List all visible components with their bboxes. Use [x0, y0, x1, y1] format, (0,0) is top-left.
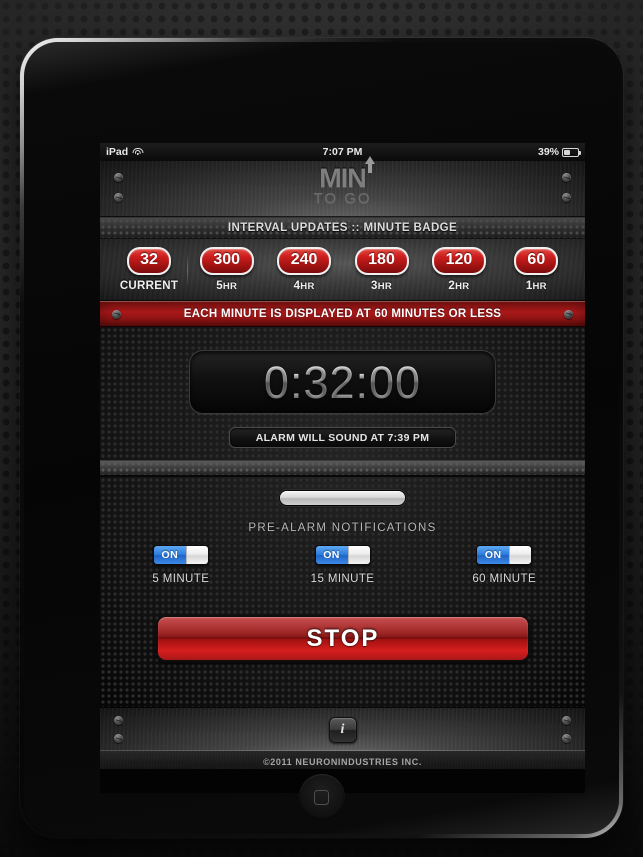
info-icon[interactable]: i — [328, 716, 357, 743]
toggle-state-label: ON — [315, 546, 348, 564]
info-banner: EACH MINUTE IS DISPLAYED AT 60 MINUTES O… — [100, 301, 585, 327]
pre-alarm-toggle-15min[interactable]: ON 15 MINUTE — [262, 545, 424, 585]
interval-updates-header-label: INTERVAL UPDATES :: MINUTE BADGE — [227, 222, 458, 234]
badge-cell-3hr[interactable]: 180 3HR — [343, 247, 420, 292]
badge-label: 5HR — [216, 279, 238, 292]
footer-panel: i — [100, 707, 585, 751]
ipad-device: iPad 7:07 PM 39% MIN TO GO INTERVAL UPDA… — [20, 38, 623, 838]
interval-updates-header: INTERVAL UPDATES :: MINUTE BADGE — [100, 217, 585, 239]
screw-icon — [114, 734, 123, 743]
toggle-state-label: ON — [153, 546, 186, 564]
toggle-label: 5 MINUTE — [152, 573, 210, 585]
badge-cell-4hr[interactable]: 240 4HR — [265, 247, 342, 292]
toggle-label: 60 MINUTE — [472, 573, 537, 585]
badge-value: 300 — [199, 247, 254, 275]
home-button[interactable] — [298, 774, 345, 820]
timer-display-box: 0:32:00 — [189, 350, 496, 414]
home-square-icon — [314, 789, 329, 805]
toggle-knob[interactable] — [509, 546, 532, 564]
toggle-label: 15 MINUTE — [310, 573, 375, 585]
toggle-switch[interactable]: ON — [152, 545, 209, 565]
badge-value: 60 — [514, 247, 559, 275]
pre-alarm-toggle-60min[interactable]: ON 60 MINUTE — [423, 545, 585, 585]
progress-bar — [278, 489, 407, 507]
toggle-knob[interactable] — [347, 546, 370, 564]
progress-bar-fill — [280, 491, 405, 505]
copyright-label: ©2011 NEURONINDUSTRIES INC. — [263, 757, 422, 767]
badge-label: 3HR — [371, 279, 393, 292]
ipad-screen: iPad 7:07 PM 39% MIN TO GO INTERVAL UPDA… — [100, 143, 585, 793]
timer-value: 0:32:00 — [263, 356, 422, 408]
status-bar: iPad 7:07 PM 39% — [100, 143, 585, 161]
badge-label: 1HR — [525, 279, 547, 292]
stop-button-label: STOP — [306, 624, 380, 652]
pre-alarm-toggles-row: ON 5 MINUTE ON 15 MINUTE ON 60 MINUTE — [100, 545, 585, 585]
screw-icon — [562, 716, 571, 725]
badge-value: 32 — [127, 247, 171, 275]
alarm-notice-label: ALARM WILL SOUND AT 7:39 PM — [255, 431, 430, 444]
toggle-knob[interactable] — [185, 546, 208, 564]
info-banner-label: EACH MINUTE IS DISPLAYED AT 60 MINUTES O… — [183, 308, 502, 320]
status-bar-right: 39% — [537, 146, 581, 158]
logo-sub-text: TO GO — [313, 190, 372, 207]
logo-main-text: MIN — [319, 156, 375, 192]
alarm-notice-pill: ALARM WILL SOUND AT 7:39 PM — [229, 427, 456, 448]
pre-alarm-title: PRE-ALARM NOTIFICATIONS — [248, 522, 437, 534]
section-divider — [100, 460, 585, 477]
screw-icon — [562, 734, 571, 743]
badge-value: 120 — [431, 247, 486, 275]
badge-label: CURRENT — [119, 279, 179, 292]
badge-label: 2HR — [448, 279, 470, 292]
toggle-switch[interactable]: ON — [314, 545, 371, 565]
badge-cell-1hr[interactable]: 60 1HR — [498, 247, 575, 292]
interval-badges-row: 32 CURRENT 300 5HR 240 4HR 180 3HR 120 2… — [100, 239, 585, 301]
toggle-switch[interactable]: ON — [476, 545, 533, 565]
app-logo-panel: MIN TO GO — [100, 156, 585, 217]
info-button-label: i — [340, 721, 345, 737]
screw-icon — [564, 309, 573, 319]
status-bar-clock: 7:07 PM — [322, 146, 363, 158]
stop-button[interactable]: STOP — [156, 615, 530, 662]
badge-cell-2hr[interactable]: 120 2HR — [420, 247, 497, 292]
toggle-state-label: ON — [477, 546, 510, 564]
pre-alarm-toggle-5min[interactable]: ON 5 MINUTE — [100, 545, 262, 585]
up-arrow-icon — [364, 156, 375, 173]
battery-percent-label: 39% — [537, 146, 559, 158]
screw-icon — [112, 309, 121, 319]
badge-cell-current[interactable]: 32 CURRENT — [110, 247, 188, 292]
app-logo: MIN TO GO — [100, 156, 585, 208]
badge-label: 4HR — [293, 279, 315, 292]
badge-value: 240 — [277, 247, 332, 275]
screw-icon — [114, 716, 123, 725]
badge-cell-5hr[interactable]: 300 5HR — [188, 247, 265, 292]
main-content: 0:32:00 ALARM WILL SOUND AT 7:39 PM PRE-… — [100, 327, 585, 707]
battery-icon — [562, 147, 581, 157]
badge-value: 180 — [354, 247, 409, 275]
